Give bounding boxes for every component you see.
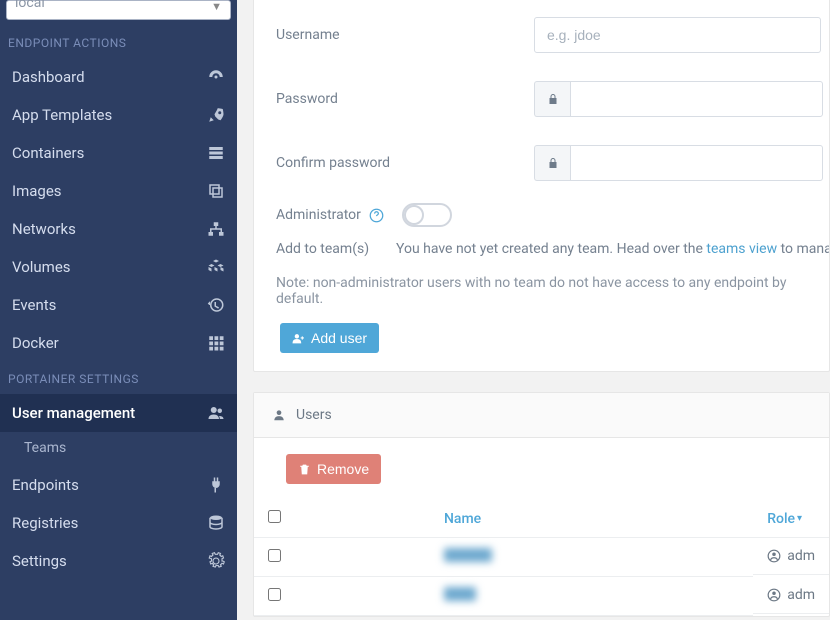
sidebar-subitem-teams[interactable]: Teams bbox=[0, 432, 237, 466]
sidebar-item-label: Endpoints bbox=[12, 476, 79, 494]
table-row: adm bbox=[254, 577, 829, 616]
sidebar-item-settings[interactable]: Settings bbox=[0, 542, 237, 580]
environment-value: local bbox=[15, 0, 45, 8]
user-plus-icon bbox=[292, 332, 305, 345]
toggle-knob bbox=[404, 205, 424, 225]
select-all-checkbox[interactable] bbox=[268, 510, 281, 523]
password-input[interactable] bbox=[570, 81, 823, 117]
sidebar-item-label: Registries bbox=[12, 514, 78, 532]
teams-message: You have not yet created any team. Head … bbox=[396, 241, 829, 257]
user-name-cell[interactable] bbox=[430, 538, 753, 577]
sidebar-section-endpoint: ENDPOINT ACTIONS bbox=[0, 26, 237, 58]
sidebar-item-label: Volumes bbox=[12, 258, 71, 276]
sidebar-item-images[interactable]: Images bbox=[0, 172, 237, 210]
table-row: adm bbox=[254, 538, 829, 577]
cogs-icon bbox=[207, 552, 225, 570]
sidebar-item-label: Images bbox=[12, 182, 62, 200]
sidebar-item-label: Docker bbox=[12, 334, 59, 352]
user-circle-icon bbox=[767, 549, 781, 563]
sidebar-item-label: Dashboard bbox=[12, 68, 85, 86]
remove-button[interactable]: Remove bbox=[286, 454, 381, 484]
teams-note: Note: non-administrator users with no te… bbox=[254, 261, 829, 313]
lock-icon bbox=[534, 145, 570, 181]
sitemap-icon bbox=[207, 220, 225, 238]
dashboard-icon bbox=[207, 68, 225, 86]
confirm-password-input[interactable] bbox=[570, 145, 823, 181]
administrator-label: Administrator bbox=[276, 207, 361, 223]
sidebar-item-user-management[interactable]: User management bbox=[0, 394, 237, 432]
add-to-teams-label: Add to team(s) bbox=[276, 241, 376, 257]
password-label: Password bbox=[276, 91, 534, 107]
username-label: Username bbox=[276, 27, 534, 43]
add-user-button[interactable]: Add user bbox=[280, 323, 379, 353]
chevron-down-icon: ▼ bbox=[211, 0, 222, 13]
user-circle-icon bbox=[767, 588, 781, 602]
rocket-icon bbox=[207, 106, 225, 124]
sidebar-item-endpoints[interactable]: Endpoints bbox=[0, 466, 237, 504]
sidebar-item-label: Settings bbox=[12, 552, 67, 570]
sort-icon: ▾ bbox=[797, 513, 802, 524]
users-panel-title: Users bbox=[296, 407, 332, 423]
column-name[interactable]: Name bbox=[430, 500, 753, 538]
teams-view-link[interactable]: teams view bbox=[706, 241, 777, 257]
row-checkbox[interactable] bbox=[268, 588, 281, 601]
sidebar-item-docker[interactable]: Docker bbox=[0, 324, 237, 362]
add-user-panel: Username Password Confirm password bbox=[253, 0, 830, 372]
grid-icon bbox=[207, 334, 225, 352]
sidebar-item-label: Networks bbox=[12, 220, 76, 238]
user-role-cell: adm bbox=[753, 577, 829, 614]
user-name-cell[interactable] bbox=[430, 577, 753, 616]
sidebar-item-label: User management bbox=[12, 404, 135, 422]
administrator-toggle[interactable] bbox=[402, 203, 452, 227]
confirm-password-label: Confirm password bbox=[276, 155, 534, 171]
sidebar-item-events[interactable]: Events bbox=[0, 286, 237, 324]
sidebar-item-networks[interactable]: Networks bbox=[0, 210, 237, 248]
column-role[interactable]: Role▾ bbox=[753, 500, 829, 538]
username-input[interactable] bbox=[534, 17, 821, 53]
sidebar-item-label: Containers bbox=[12, 144, 84, 162]
clone-icon bbox=[207, 182, 225, 200]
cubes-icon bbox=[207, 258, 225, 276]
trash-icon bbox=[298, 463, 311, 476]
help-icon[interactable] bbox=[369, 208, 384, 223]
lock-icon bbox=[534, 81, 570, 117]
row-checkbox[interactable] bbox=[268, 549, 281, 562]
user-icon bbox=[272, 408, 286, 422]
sidebar-section-settings: PORTAINER SETTINGS bbox=[0, 362, 237, 394]
user-role-cell: adm bbox=[753, 538, 829, 575]
sidebar-item-volumes[interactable]: Volumes bbox=[0, 248, 237, 286]
database-icon bbox=[207, 514, 225, 532]
sidebar-item-app-templates[interactable]: App Templates bbox=[0, 96, 237, 134]
server-icon bbox=[207, 144, 225, 162]
history-icon bbox=[207, 296, 225, 314]
plug-icon bbox=[207, 476, 225, 494]
sidebar-item-dashboard[interactable]: Dashboard bbox=[0, 58, 237, 96]
sidebar-item-registries[interactable]: Registries bbox=[0, 504, 237, 542]
environment-selector[interactable]: local ▼ bbox=[6, 0, 231, 20]
users-table: Name Role▾ adm bbox=[254, 500, 829, 616]
sidebar-item-containers[interactable]: Containers bbox=[0, 134, 237, 172]
users-panel: Users Remove Name Role▾ bbox=[253, 392, 830, 617]
sidebar-item-label: Events bbox=[12, 296, 56, 314]
users-icon bbox=[207, 404, 225, 422]
sidebar-item-label: App Templates bbox=[12, 106, 112, 124]
